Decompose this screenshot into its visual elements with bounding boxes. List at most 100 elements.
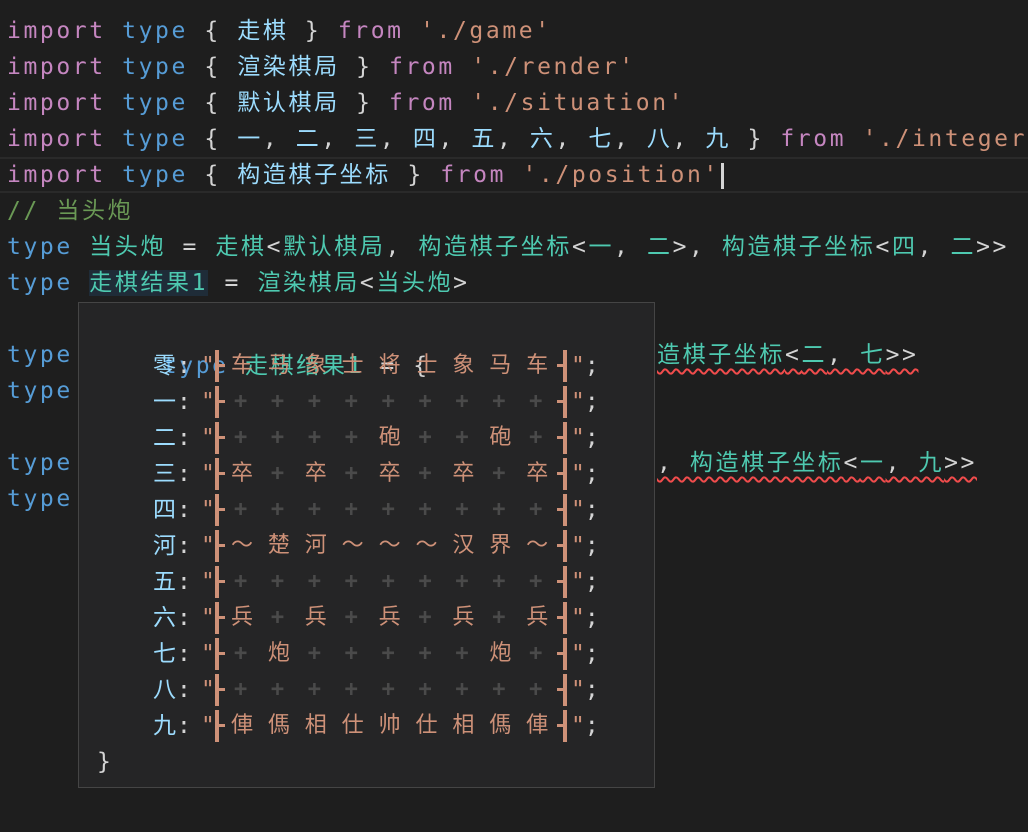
board-intersection: + [270,497,285,522]
board-intersection: + [270,389,285,414]
close-quote: " [571,605,585,631]
board-piece: 帅 [378,713,401,738]
board-cells: 兵 + 兵 + 兵 + 兵 + 兵 [219,600,563,636]
board-piece: 兵 [378,605,401,630]
row-colon: : [177,641,191,667]
board-intersection: + [270,425,285,450]
board-piece: 卒 [231,461,254,486]
board-intersection: + [344,425,359,450]
board-piece: 车 [231,353,254,378]
board-intersection: + [418,605,432,630]
board-piece: ～ [415,533,438,558]
board-right-edge [557,422,567,454]
board-intersection: + [418,425,432,450]
board-intersection: + [455,641,469,666]
board-intersection: + [344,641,358,666]
open-quote: " [201,425,215,451]
code-token: , [613,126,647,152]
semicolon: ; [584,533,599,559]
open-quote: " [201,533,215,559]
code-token: < [359,270,377,296]
board-intersection: + [270,461,285,486]
board-right-edge [557,458,567,490]
code-token: 二 [295,126,322,152]
board-cells: + + + + + + + + + [219,492,563,528]
row-label: 一 [153,389,176,415]
board-row: 二: " + + + + 砲 + + 砲 + "; [153,420,599,456]
code-token: { [187,126,238,152]
semicolon: ; [584,461,599,487]
code-token: , [827,342,860,368]
code-token: type [7,270,73,296]
board-cells: 俥傌相仕帅仕相傌俥 [219,708,563,744]
code-line: import type { 构造棋子坐标 } from './position' [0,157,1028,193]
code-token: { [187,54,238,80]
board-piece: 象 [452,353,475,378]
close-quote: " [571,713,585,739]
board-intersection: + [381,641,395,666]
board-piece: 马 [489,353,512,378]
code-token: } [390,162,441,188]
board-piece: 炮 [489,641,512,666]
board-piece: 界 [489,533,512,558]
board-intersection: + [381,677,395,702]
board-intersection: + [307,425,322,450]
board-piece: ～ [378,533,401,558]
board-right-edge [557,386,567,418]
type-hover-tooltip: type 走棋结果1 = { } 零: " 车马象士将士象马车 "; 一: " + + + + + +… [78,302,655,788]
board-row: 七: " + 炮 + + + + + 炮 + "; [153,636,599,672]
code-line: import type { 默认棋局 } from './situation' [0,85,1028,121]
text-cursor [720,162,724,189]
board-cells: 卒 + 卒 + 卒 + 卒 + 卒 [219,456,563,492]
board-intersection: + [234,389,248,414]
board-piece: 砲 [378,425,401,450]
row-label: 河 [153,533,176,559]
code-token: , [321,126,355,152]
board-piece: 楚 [267,533,290,558]
code-token: 九 [918,450,945,476]
code-token: import [7,90,106,116]
row-label: 五 [153,569,176,595]
board-left-edge [215,350,225,382]
code-line: import type { 一, 二, 三, 四, 五, 六, 七, 八, 九 … [0,121,1028,157]
close-quote: " [571,497,585,523]
board-row: 八: " + + + + + + + + + "; [153,672,599,708]
code-token: = [208,270,258,296]
board-intersection: + [455,497,469,522]
board-intersection: + [344,605,358,630]
code-token: 四 [891,234,918,260]
semicolon: ; [584,425,599,451]
board-right-edge [557,494,567,526]
code-token: 走棋结果1 [89,270,209,296]
row-label: 四 [153,497,176,523]
code-token: import [7,18,106,44]
row-label: 九 [153,713,176,739]
board-right-edge [557,638,567,670]
board-intersection: + [344,497,358,522]
code-token: // 当头炮 [7,198,134,224]
board-cells: + 炮 + + + + + 炮 + [219,636,563,672]
row-colon: : [177,353,191,379]
board-intersection: + [270,569,285,594]
code-token: 构造棋子坐标 [689,450,844,476]
code-token: { [187,162,238,188]
row-label: 七 [153,641,176,667]
board-right-edge [557,674,567,706]
code-token: 当头炮 [376,270,454,296]
board-piece: 汉 [452,533,475,558]
code-token: './situation' [471,90,686,116]
close-quote: " [571,641,585,667]
code-line: type 走棋结果1 = 渲染棋局<当头炮> [0,265,1028,301]
board-piece: 兵 [231,605,254,630]
board-intersection: + [492,605,506,630]
board-intersection: + [270,605,285,630]
code-token: , [262,126,296,152]
board-intersection: + [492,461,506,486]
